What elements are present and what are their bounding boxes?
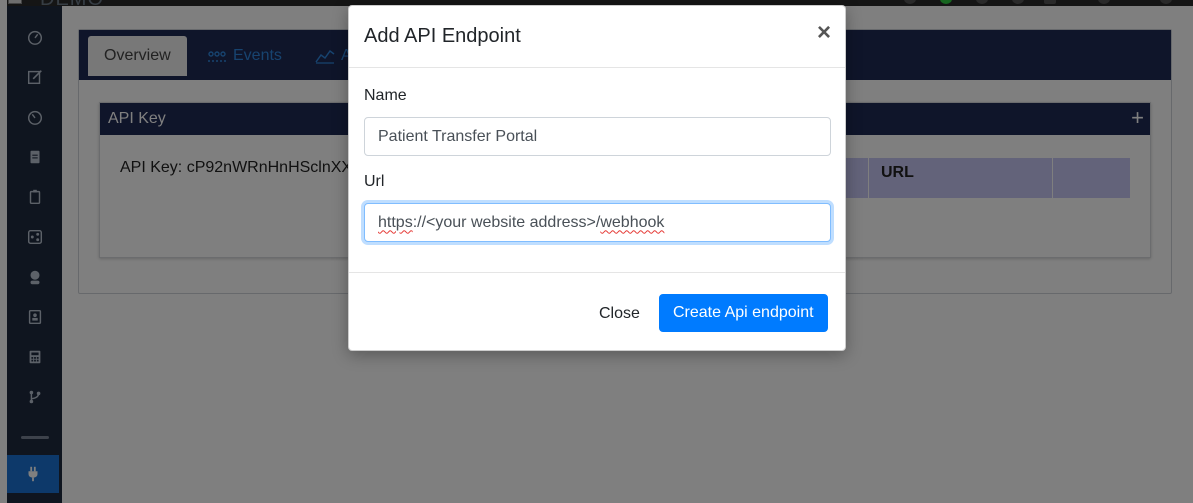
url-label: Url <box>364 173 385 190</box>
create-api-endpoint-button[interactable]: Create Api endpoint <box>659 294 828 332</box>
url-part-middle: ://<your website address>/ <box>412 213 601 231</box>
url-part-path: webhook <box>600 213 665 231</box>
url-part-scheme: https <box>378 213 413 231</box>
name-input-value: Patient Transfer Portal <box>378 127 538 145</box>
add-api-endpoint-dialog: Add API Endpoint × Name Patient Transfer… <box>348 5 846 351</box>
modal-footer: Close Create Api endpoint <box>349 272 845 352</box>
name-label: Name <box>364 87 407 104</box>
name-input[interactable]: Patient Transfer Portal <box>364 117 831 156</box>
modal-header: Add API Endpoint × <box>349 6 845 68</box>
close-button[interactable]: Close <box>587 295 652 333</box>
url-input[interactable]: https://<your website address>/webhook <box>364 203 831 242</box>
close-icon[interactable]: × <box>817 20 831 46</box>
modal-title: Add API Endpoint <box>364 25 521 47</box>
